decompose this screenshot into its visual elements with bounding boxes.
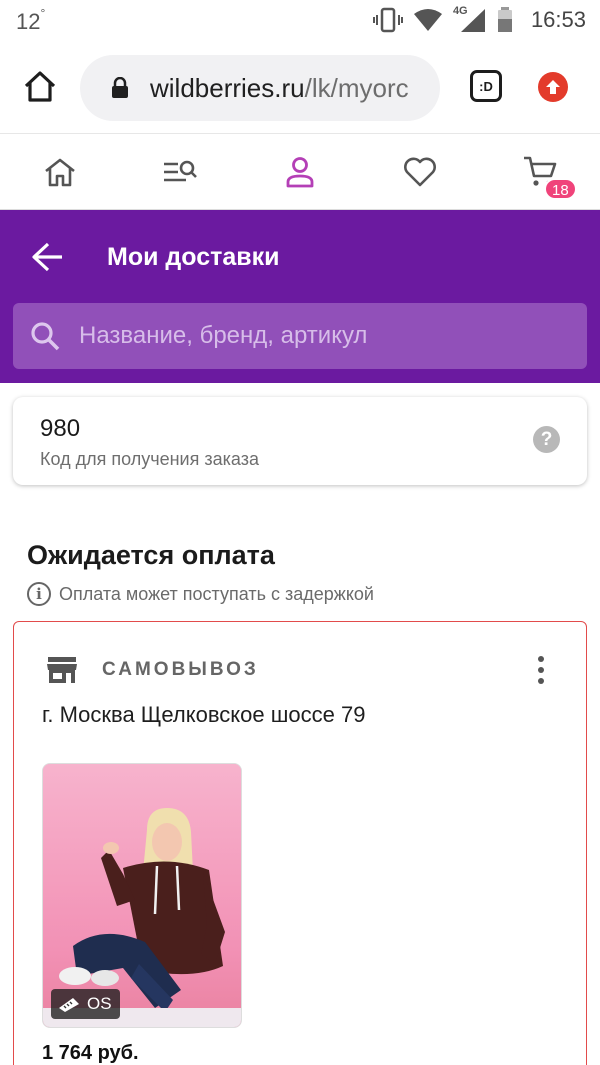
catalog-search-icon [164, 160, 197, 182]
pickup-code-label: Код для получения заказа [40, 449, 259, 469]
pickup-code-card: 980 Код для получения заказа ? [13, 397, 587, 485]
ruler-icon [59, 998, 79, 1012]
search-bar [13, 303, 587, 369]
product-image[interactable]: OS [42, 763, 242, 1028]
section-title: Ожидается оплата [27, 540, 275, 570]
pickup-code-value: 980 [40, 415, 81, 442]
nav-catalog-button[interactable] [160, 152, 200, 192]
delivery-type-label: САМОВЫВОЗ [102, 659, 259, 680]
nav-favorites-button[interactable] [400, 152, 440, 192]
browser-toolbar: wildberries.ru/lk/myorc :D [0, 42, 600, 134]
back-arrow-icon[interactable] [28, 240, 68, 274]
store-icon [47, 657, 77, 683]
address-bar[interactable]: wildberries.ru/lk/myorc [80, 55, 440, 121]
clock: 16:53 [530, 7, 586, 32]
more-options-icon[interactable] [536, 656, 546, 684]
url-text: wildberries.ru/lk/myorc [150, 73, 409, 103]
page-header: Мои доставки [0, 210, 600, 383]
wifi-icon [413, 9, 442, 31]
payment-notice: i Оплата может поступать с задержкой [27, 582, 374, 606]
cart-count-badge: 18 [544, 178, 577, 200]
nav-home-button[interactable] [40, 152, 80, 192]
size-tag: OS [51, 989, 120, 1019]
nav-profile-button[interactable] [280, 152, 320, 192]
search-input[interactable] [79, 303, 569, 369]
size-value: OS [87, 994, 112, 1013]
info-icon: i [27, 582, 51, 606]
lock-icon [112, 77, 128, 98]
status-bar: 12° 4G 16:53 [0, 0, 600, 42]
tab-switcher-button[interactable]: :D [470, 70, 502, 102]
search-icon [31, 322, 60, 351]
pickup-address: г. Москва Щелковское шоссе 79 [42, 702, 366, 727]
help-icon[interactable]: ? [533, 426, 560, 453]
product-price: 1 764 руб. [42, 1042, 139, 1064]
profile-icon [286, 157, 314, 188]
vibrate-icon [372, 7, 403, 33]
page-title: Мои доставки [107, 243, 280, 271]
arrow-up-icon [546, 80, 560, 94]
weather-temperature: 12° [16, 5, 46, 34]
home-icon[interactable] [22, 68, 58, 104]
payment-notice-text: Оплата может поступать с задержкой [59, 583, 374, 604]
home-icon [45, 158, 75, 187]
heart-icon [404, 157, 436, 187]
battery-icon [497, 7, 512, 32]
update-button[interactable] [538, 72, 568, 102]
cell-signal-icon: 4G [453, 5, 487, 33]
delivery-card: САМОВЫВОЗ г. Москва Щелковское шоссе 79 [13, 621, 587, 1065]
app-nav [0, 134, 600, 210]
